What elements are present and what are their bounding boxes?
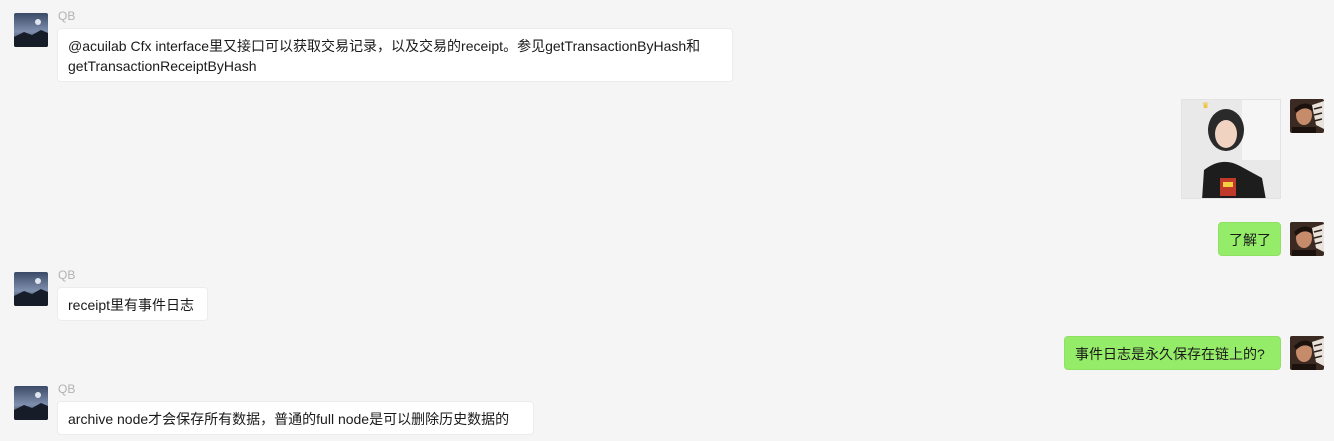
- message-bubble-outgoing[interactable]: 事件日志是永久保存在链上的?: [1064, 336, 1281, 370]
- message-bubble-incoming[interactable]: @acuilab Cfx interface里又接口可以获取交易记录，以及交易的…: [57, 28, 733, 82]
- message-text: 了解了: [1229, 232, 1271, 248]
- message-bubble-incoming[interactable]: archive node才会保存所有数据，普通的full node是可以删除历史…: [57, 401, 534, 435]
- message-text-line: getTransactionReceiptByHash: [68, 58, 257, 74]
- sender-name: QB: [58, 382, 76, 396]
- my-avatar-image: [1290, 222, 1324, 256]
- image-message[interactable]: ♛: [1181, 99, 1281, 199]
- qb-avatar-image: [14, 386, 48, 420]
- svg-text:♛: ♛: [1202, 101, 1209, 110]
- sender-name: QB: [58, 268, 76, 282]
- sender-name: QB: [58, 9, 76, 23]
- message-text: 事件日志是永久保存在链上的?: [1075, 346, 1265, 362]
- qb-avatar[interactable]: [14, 272, 48, 306]
- message-text-line: @acuilab Cfx interface里又接口可以获取交易记录，以及交易的…: [68, 38, 701, 54]
- my-avatar[interactable]: [1290, 336, 1324, 370]
- message-text: archive node才会保存所有数据，普通的full node是可以删除历史…: [68, 411, 510, 427]
- message-bubble-incoming[interactable]: receipt里有事件日志: [57, 287, 208, 321]
- my-avatar[interactable]: [1290, 222, 1324, 256]
- qb-avatar-image: [14, 13, 48, 47]
- message-text: receipt里有事件日志: [68, 297, 195, 313]
- message-bubble-outgoing[interactable]: 了解了: [1218, 222, 1281, 256]
- my-avatar-image: [1290, 336, 1324, 370]
- qb-avatar[interactable]: [14, 13, 48, 47]
- qb-avatar[interactable]: [14, 386, 48, 420]
- my-avatar-image: [1290, 99, 1324, 133]
- photo-sticker-image: ♛: [1182, 100, 1280, 198]
- my-avatar[interactable]: [1290, 99, 1324, 133]
- qb-avatar-image: [14, 272, 48, 306]
